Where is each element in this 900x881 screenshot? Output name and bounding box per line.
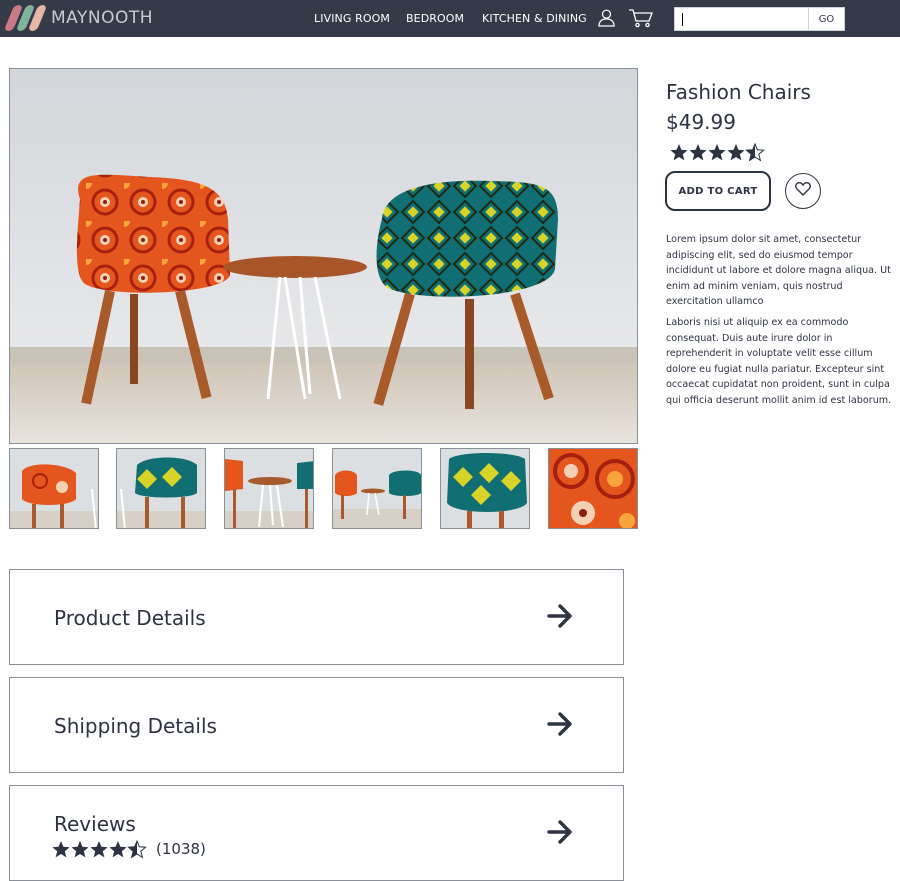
star-icon [727,144,745,161]
star-icon [670,144,688,161]
heart-icon [795,181,811,201]
arrow-right-icon[interactable] [546,603,574,634]
section-title: Reviews [54,812,136,836]
search-input[interactable] [674,7,809,31]
star-icon [708,144,726,161]
thumbnail-orange-closeup[interactable] [548,448,638,529]
thumbnail-table-chairs[interactable] [224,448,314,529]
wishlist-button[interactable] [785,173,821,209]
nav-bedroom[interactable]: BEDROOM [406,12,464,25]
star-icon [71,841,89,858]
thumbnail-chairs-wide[interactable] [332,448,422,529]
section-title: Product Details [54,606,206,630]
thumbnail-teal-chair[interactable] [116,448,206,529]
arrow-right-icon[interactable] [546,711,574,742]
product-price: $49.99 [666,110,736,134]
section-title: Shipping Details [54,714,217,738]
product-title: Fashion Chairs [666,80,811,104]
nav-living-room[interactable]: LIVING ROOM [314,12,390,25]
logo[interactable]: MAYNOOTH [3,5,154,31]
half-star-icon [127,840,147,858]
product-description-2: Laboris nisi ut aliquip ex ea commodo co… [666,317,892,406]
nav-kitchen-dining[interactable]: KITCHEN & DINING [482,12,587,25]
add-to-cart-button[interactable]: ADD TO CART [665,171,771,211]
star-icon [90,841,108,858]
logo-text: MAYNOOTH [51,8,154,28]
navbar: MAYNOOTH LIVING ROOM BEDROOM KITCHEN & D… [0,0,900,37]
star-icon [109,841,127,858]
shipping-details-section[interactable]: Shipping Details [9,677,624,773]
product-rating [670,142,770,162]
product-details-section[interactable]: Product Details [9,569,624,665]
cart-icon[interactable] [628,8,654,33]
reviews-rating: (1038) [52,839,206,859]
half-star-icon [745,143,765,161]
reviews-section[interactable]: Reviews (1038) [9,785,624,881]
logo-mark [3,5,48,31]
user-icon[interactable] [597,8,616,32]
thumbnail-orange-chair[interactable] [9,448,99,529]
search-go-button[interactable]: GO [808,7,845,31]
star-icon [52,841,70,858]
review-count: (1038) [156,840,206,858]
thumbnail-teal-closeup[interactable] [440,448,530,529]
product-description-1: Lorem ipsum dolor sit amet, consectetur … [666,234,891,307]
product-main-image [9,68,638,444]
text-caret [682,13,683,26]
arrow-right-icon[interactable] [546,819,574,850]
star-icon [689,144,707,161]
